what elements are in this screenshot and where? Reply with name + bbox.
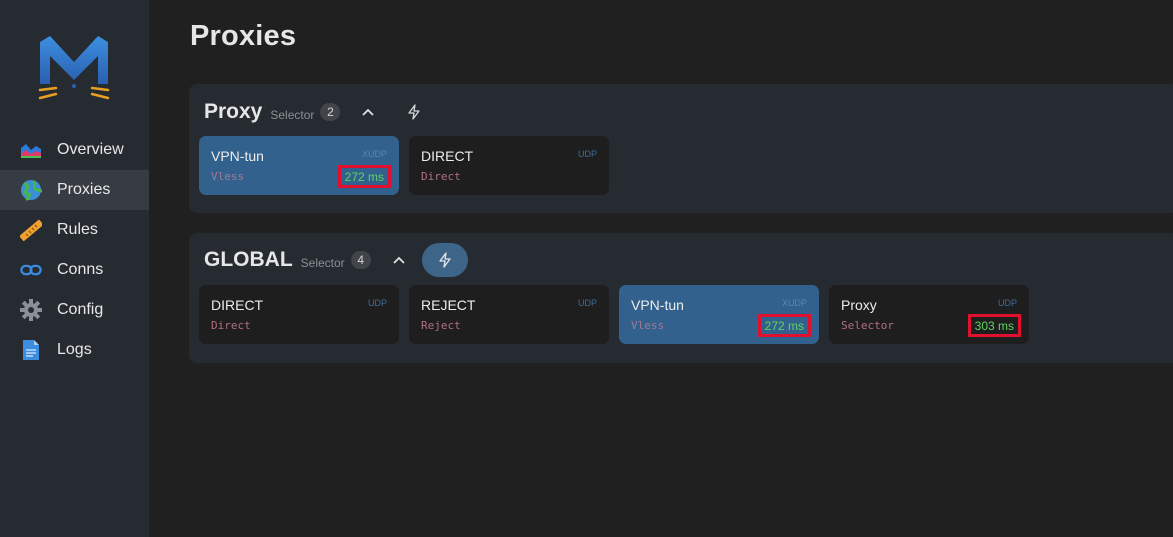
proxy-card-reject[interactable]: REJECT Reject UDP (409, 285, 609, 344)
group-count-badge: 4 (350, 251, 371, 269)
link-icon (20, 259, 42, 281)
udp-badge: UDP (577, 149, 597, 159)
sidebar: Overview Proxies Rules Conns Config Logs (0, 0, 149, 537)
collapse-button[interactable] (376, 243, 422, 277)
latency-label[interactable]: 272 ms (337, 165, 391, 188)
sidebar-item-label: Overview (57, 141, 124, 158)
group-header: GLOBAL Selector 4 (204, 243, 468, 277)
group-count-badge: 2 (320, 103, 341, 121)
ruler-icon (20, 219, 42, 241)
sidebar-item-rules[interactable]: Rules (0, 210, 149, 250)
sidebar-item-label: Conns (57, 261, 104, 278)
proxy-card-proxy[interactable]: Proxy Selector UDP 303 ms (829, 285, 1029, 344)
sidebar-item-logs[interactable]: Logs (0, 330, 149, 370)
proxy-group: Proxy Selector 2 VPN-tun Vless XUDP 272 … (189, 84, 1173, 213)
sidebar-nav: Overview Proxies Rules Conns Config Logs (0, 130, 149, 370)
proxy-name: DIRECT (211, 297, 264, 313)
latency-test-button[interactable] (421, 243, 468, 277)
page-title: Proxies (190, 20, 297, 52)
proxy-type: Vless (631, 319, 665, 332)
proxy-type: Vless (211, 170, 245, 183)
proxy-card-direct[interactable]: DIRECT Direct UDP (199, 285, 399, 344)
group-type: Selector (270, 108, 315, 122)
group-name: GLOBAL (204, 248, 293, 271)
collapse-button[interactable] (345, 95, 391, 129)
proxy-type: Selector (841, 319, 894, 332)
gear-icon (20, 299, 42, 321)
udp-badge: UDP (997, 298, 1017, 308)
group-type: Selector (300, 256, 345, 270)
proxy-name: VPN-tun (211, 148, 264, 164)
sidebar-item-overview[interactable]: Overview (0, 130, 149, 170)
sidebar-item-label: Rules (57, 221, 98, 238)
latency-label[interactable]: 303 ms (967, 314, 1021, 337)
document-icon (20, 339, 42, 361)
sidebar-item-config[interactable]: Config (0, 290, 149, 330)
proxy-name: Proxy (841, 297, 877, 313)
udp-badge: XUDP (781, 298, 807, 308)
udp-badge: UDP (577, 298, 597, 308)
meow-logo-icon (38, 36, 110, 100)
sidebar-item-label: Proxies (57, 181, 111, 198)
sidebar-item-label: Logs (57, 341, 92, 358)
udp-badge: XUDP (361, 149, 387, 159)
sidebar-item-conns[interactable]: Conns (0, 250, 149, 290)
chart-area-icon (20, 139, 42, 161)
udp-badge: UDP (367, 298, 387, 308)
lightning-icon (408, 104, 421, 120)
proxy-type: Direct (211, 319, 251, 332)
global-group: GLOBAL Selector 4 DIRECT Direct UDP REJE… (189, 233, 1173, 363)
group-name: Proxy (204, 100, 263, 123)
sidebar-item-proxies[interactable]: Proxies (0, 170, 149, 210)
chevron-up-icon (362, 108, 375, 116)
proxy-card-direct[interactable]: DIRECT Direct UDP (409, 136, 609, 195)
globe-icon (20, 179, 42, 201)
proxy-name: REJECT (421, 297, 476, 313)
proxy-card-vpn-tun[interactable]: VPN-tun Vless XUDP 272 ms (619, 285, 819, 344)
proxy-type: Direct (421, 170, 461, 183)
group-header: Proxy Selector 2 (204, 95, 437, 129)
proxy-name: DIRECT (421, 148, 474, 164)
latency-test-button[interactable] (391, 95, 437, 129)
lightning-icon (439, 252, 451, 268)
proxy-type: Reject (421, 319, 461, 332)
proxy-name: VPN-tun (631, 297, 684, 313)
latency-label[interactable]: 272 ms (757, 314, 811, 337)
sidebar-item-label: Config (57, 301, 104, 318)
chevron-up-icon (393, 256, 405, 264)
proxy-card-vpn-tun[interactable]: VPN-tun Vless XUDP 272 ms (199, 136, 399, 195)
